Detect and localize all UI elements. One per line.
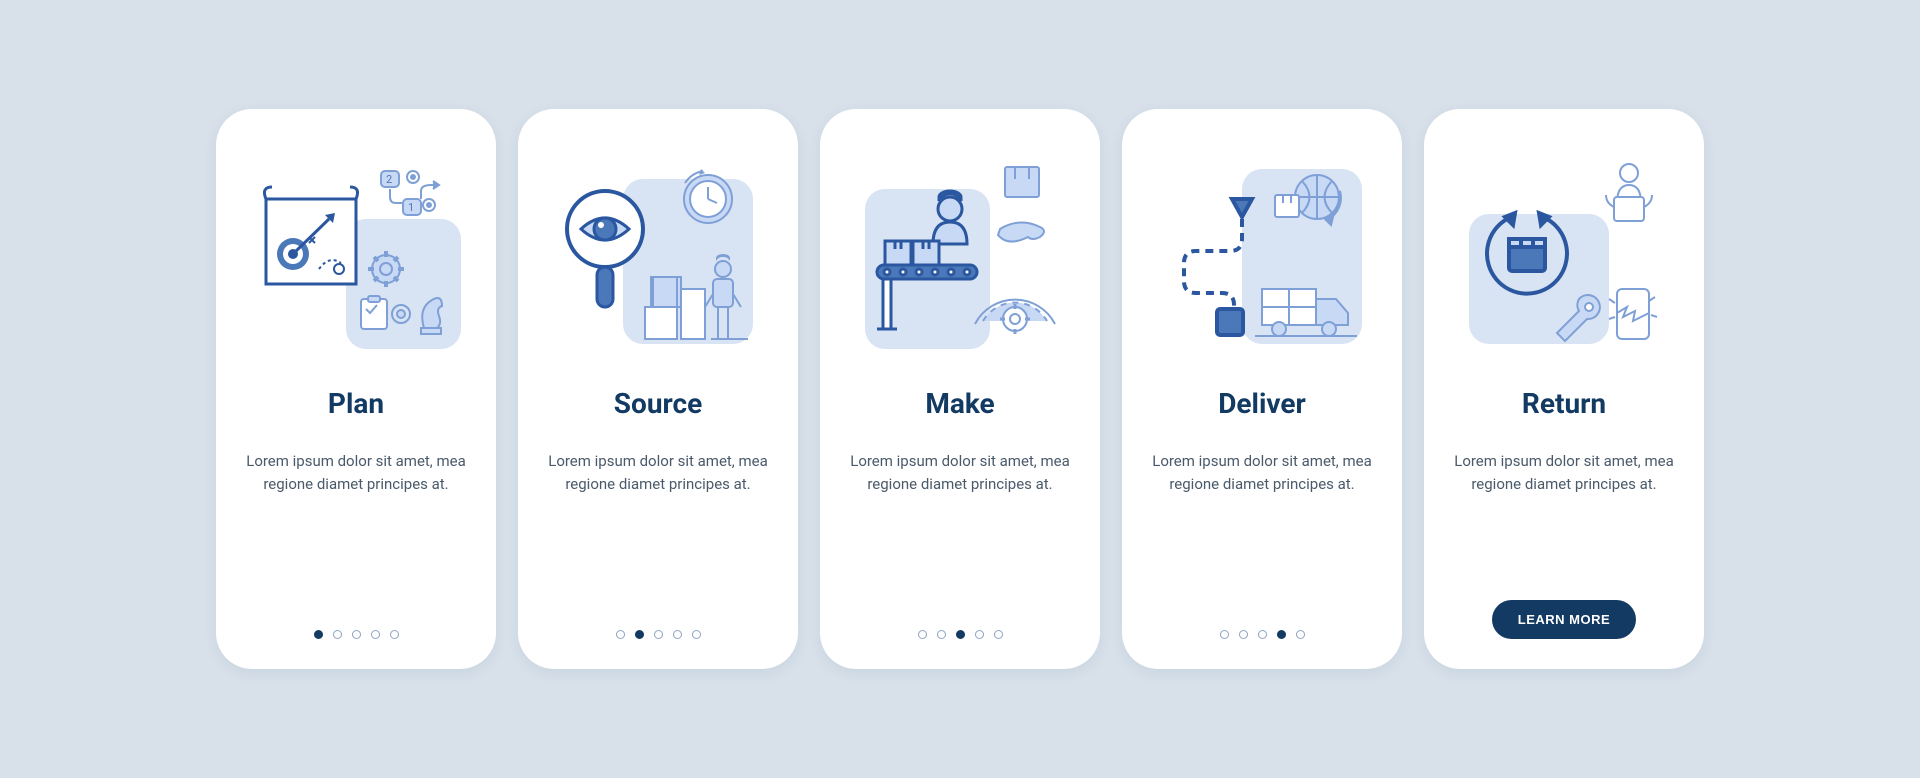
card-desc: Lorem ipsum dolor sit amet, mea regione … [844,450,1076,612]
pagination-dot[interactable] [333,630,342,639]
pagination-dots [918,630,1003,639]
card-desc: Lorem ipsum dolor sit amet, mea regione … [542,450,774,612]
card-title: Make [925,387,994,420]
return-illustration-icon [1459,149,1669,359]
pagination-dot[interactable] [956,630,965,639]
pagination-dot[interactable] [371,630,380,639]
plan-illustration-icon: 2 1 [251,149,461,359]
card-make: Make Lorem ipsum dolor sit amet, mea reg… [820,109,1100,669]
pagination-dot[interactable] [1258,630,1267,639]
card-title: Plan [328,387,384,420]
pagination-dot[interactable] [654,630,663,639]
svg-text:1: 1 [408,201,414,214]
pagination-dot[interactable] [635,630,644,639]
card-return: Return Lorem ipsum dolor sit amet, mea r… [1424,109,1704,669]
card-desc: Lorem ipsum dolor sit amet, mea regione … [1146,450,1378,612]
pagination-dot[interactable] [1239,630,1248,639]
pagination-dot[interactable] [673,630,682,639]
card-deliver: Deliver Lorem ipsum dolor sit amet, mea … [1122,109,1402,669]
card-title: Source [614,387,702,420]
pagination-dot[interactable] [1277,630,1286,639]
onboarding-cards-row: 2 1 [216,109,1704,669]
pagination-dot[interactable] [937,630,946,639]
pagination-dot[interactable] [352,630,361,639]
deliver-illustration-icon [1157,149,1367,359]
make-illustration-icon [855,149,1065,359]
card-plan: 2 1 [216,109,496,669]
pagination-dot[interactable] [390,630,399,639]
pagination-dot[interactable] [994,630,1003,639]
pagination-dot[interactable] [1296,630,1305,639]
learn-more-button[interactable]: LEARN MORE [1492,600,1636,639]
pagination-dots [1220,630,1305,639]
svg-text:2: 2 [386,173,392,186]
pagination-dot[interactable] [975,630,984,639]
card-title: Return [1522,387,1606,420]
card-source: Source Lorem ipsum dolor sit amet, mea r… [518,109,798,669]
pagination-dots [314,630,399,639]
card-title: Deliver [1218,387,1306,420]
pagination-dot[interactable] [314,630,323,639]
pagination-dot[interactable] [918,630,927,639]
pagination-dot[interactable] [616,630,625,639]
source-illustration-icon [553,149,763,359]
pagination-dot[interactable] [1220,630,1229,639]
pagination-dot[interactable] [692,630,701,639]
pagination-dots [616,630,701,639]
card-desc: Lorem ipsum dolor sit amet, mea regione … [1448,450,1680,588]
card-desc: Lorem ipsum dolor sit amet, mea regione … [240,450,472,612]
